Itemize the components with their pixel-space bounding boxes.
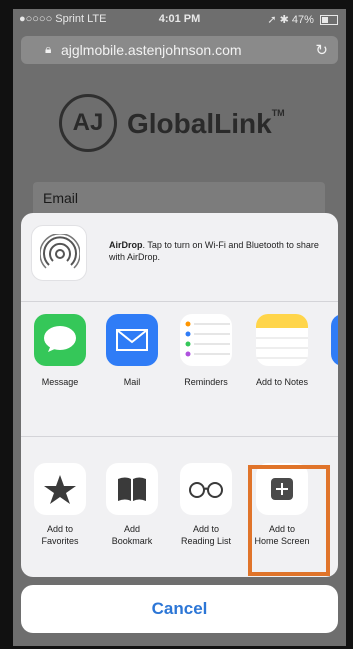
- action-label-line1: Add to: [46, 524, 74, 534]
- airdrop-title: AirDrop: [109, 240, 143, 250]
- logo-tm: TM: [271, 108, 285, 118]
- share-app-label: Reminders: [184, 377, 228, 387]
- action-label-line1: Add to: [192, 524, 220, 534]
- share-app-label: Add to Notes: [255, 377, 309, 387]
- location-icon: ➚: [267, 14, 277, 26]
- logo-name-text: GlobalLink: [127, 108, 272, 139]
- globallink-logo: AJ GlobalLinkTM: [59, 94, 309, 158]
- share-app-label: Message: [41, 377, 79, 387]
- reminders-icon: [180, 314, 232, 366]
- url-text: ajglmobile.astenjohnson.com: [61, 42, 242, 58]
- notes-icon: [256, 314, 308, 366]
- status-bar: ●○○○○ Sprint LTE 4:01 PM ➚ ✱ 47%: [13, 9, 346, 29]
- action-label-line2: Favorites: [41, 536, 79, 546]
- airdrop-icon: [31, 225, 87, 281]
- address-bar[interactable]: 🔒︎ ajglmobile.astenjohnson.com ↻: [21, 36, 338, 64]
- star-icon: [34, 463, 86, 515]
- action-label-line2: Reading List: [180, 536, 232, 546]
- phone-frame: ●○○○○ Sprint LTE 4:01 PM ➚ ✱ 47% 🔒︎ ajgl…: [0, 0, 353, 649]
- message-icon: [34, 314, 86, 366]
- action-label-line2: Bookmark: [111, 536, 153, 546]
- airdrop-description: AirDrop. Tap to turn on Wi-Fi and Blueto…: [109, 239, 331, 263]
- reload-icon[interactable]: ↻: [315, 41, 328, 59]
- book-icon: [106, 463, 158, 515]
- cancel-button[interactable]: Cancel: [21, 585, 338, 633]
- battery-icon: [320, 15, 338, 26]
- email-label: Email: [43, 190, 79, 206]
- mail-icon: [106, 314, 158, 366]
- home-screen-highlight: [248, 465, 330, 576]
- more-app-icon-partial[interactable]: [331, 314, 338, 366]
- bluetooth-icon: ✱: [279, 14, 289, 26]
- status-right: ➚ ✱ 47%: [267, 13, 338, 26]
- logo-mark: AJ: [72, 109, 104, 136]
- logo-name: GlobalLinkTM: [127, 108, 285, 140]
- share-app-label: Mail: [123, 377, 141, 387]
- airdrop-row[interactable]: AirDrop. Tap to turn on Wi-Fi and Blueto…: [21, 213, 338, 302]
- glasses-icon: [180, 463, 232, 515]
- lock-icon: 🔒︎: [45, 42, 52, 56]
- apps-row: Message Mail Reminders Add to Notes: [21, 302, 338, 437]
- action-label-line1: Add: [123, 524, 140, 534]
- battery-percent: 47%: [291, 14, 314, 26]
